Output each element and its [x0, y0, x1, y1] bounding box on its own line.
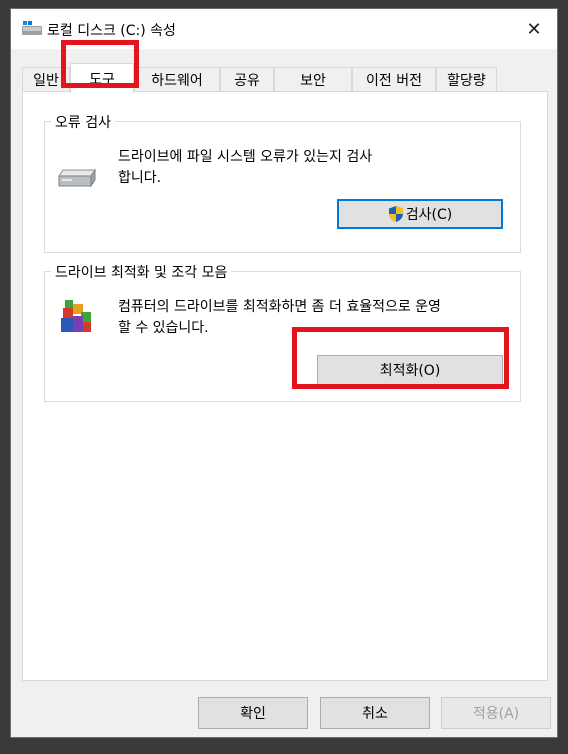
ok-button[interactable]: 확인	[198, 697, 308, 729]
tab-label: 일반	[33, 72, 59, 89]
tab-label: 할당량	[447, 72, 486, 89]
hard-drive-icon	[58, 168, 96, 188]
error-check-heading: 오류 검사	[51, 112, 115, 132]
tab-security[interactable]: 보안	[274, 67, 352, 91]
close-icon: ✕	[526, 18, 542, 40]
check-button-label: 검사(C)	[405, 207, 453, 223]
tab-hardware[interactable]: 하드웨어	[134, 67, 220, 91]
window-title: 로컬 디스크 (C:) 속성	[47, 23, 176, 39]
tab-label: 하드웨어	[151, 72, 203, 89]
defrag-icon	[61, 300, 91, 332]
error-check-group: 오류 검사 드라이브에 파일 시스템 오류가 있는지 검사 합니다. 검사(C)	[44, 112, 521, 253]
error-check-description-line1: 드라이브에 파일 시스템 오류가 있는지 검사	[118, 149, 373, 165]
optimize-description-line2: 할 수 있습니다.	[118, 320, 209, 336]
apply-button[interactable]: 적용(A)	[441, 697, 551, 729]
cancel-button-label: 취소	[362, 706, 388, 722]
error-check-description-line2: 합니다.	[118, 170, 162, 186]
tab-label: 보안	[300, 72, 326, 89]
tab-highlight-box	[61, 40, 139, 88]
optimize-description-line1: 컴퓨터의 드라이브를 최적화하면 좀 더 효율적으로 운영	[118, 299, 441, 315]
tab-label: 이전 버전	[366, 72, 422, 89]
apply-button-label: 적용(A)	[472, 706, 520, 722]
tab-quota[interactable]: 할당량	[436, 67, 497, 91]
check-button[interactable]: 검사(C)	[337, 199, 503, 229]
tab-sharing[interactable]: 공유	[220, 67, 274, 91]
optimize-highlight-box	[292, 327, 509, 389]
ok-button-label: 확인	[240, 706, 266, 722]
optimize-heading: 드라이브 최적화 및 조각 모음	[51, 262, 232, 282]
close-button[interactable]: ✕	[511, 9, 557, 49]
tab-label: 공유	[234, 72, 260, 89]
cancel-button[interactable]: 취소	[320, 697, 430, 729]
drive-icon	[22, 21, 42, 35]
tab-previous-versions[interactable]: 이전 버전	[352, 67, 436, 91]
uac-shield-icon	[388, 206, 403, 222]
